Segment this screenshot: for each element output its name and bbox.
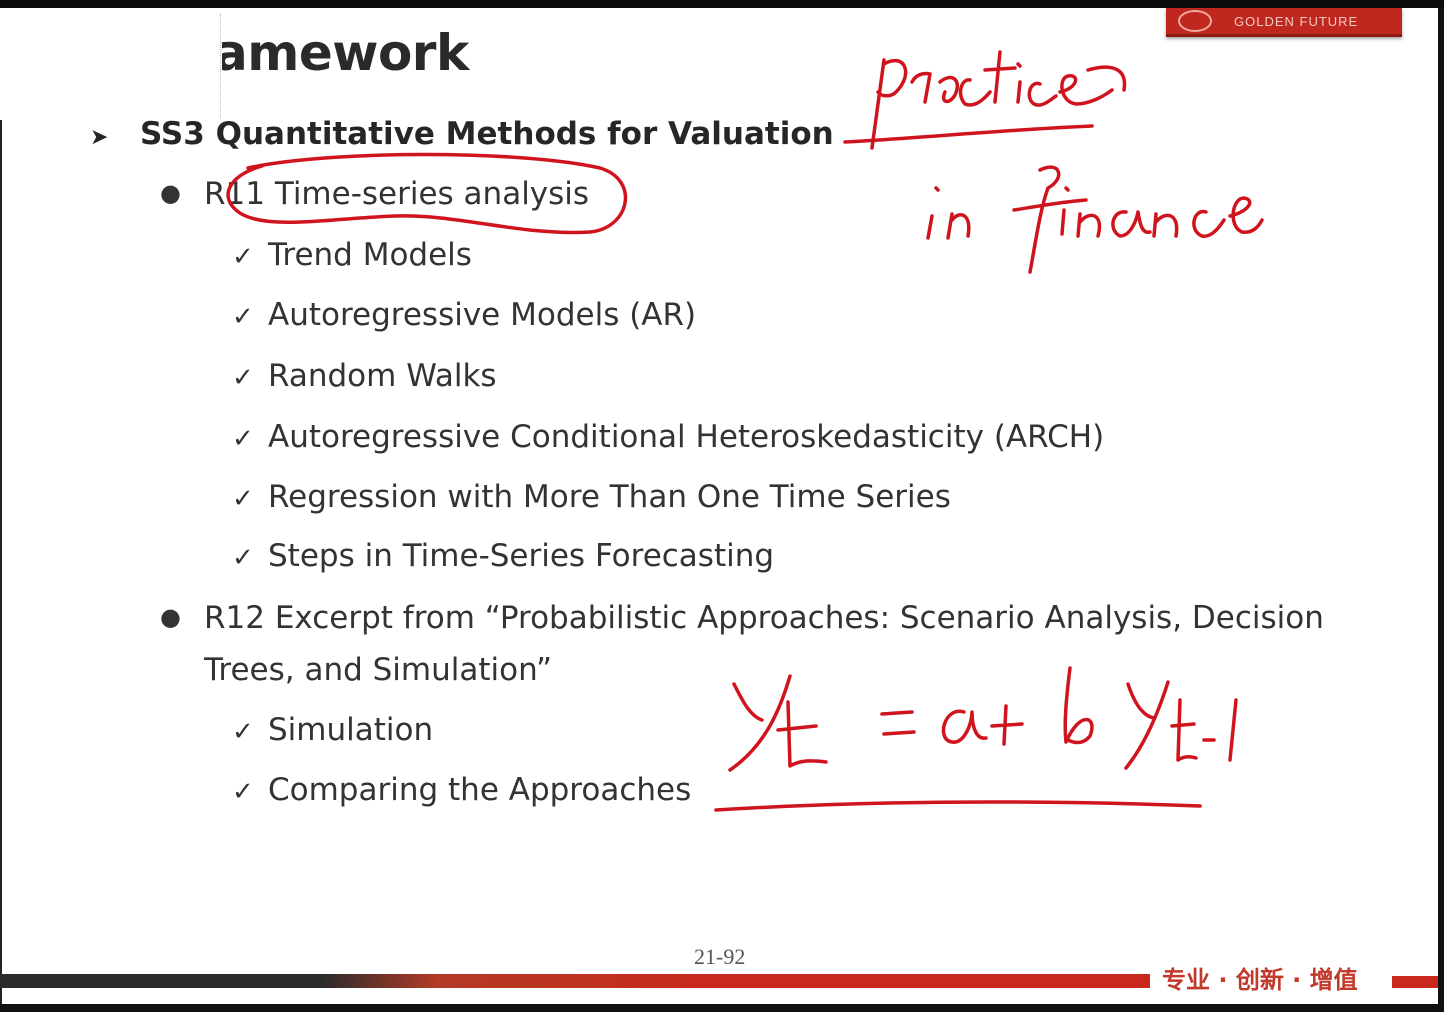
checkmark-icon: ✓: [232, 242, 254, 272]
occlusion-edge: [220, 14, 225, 118]
ink-underline-session: [843, 124, 1094, 144]
ink-word-finance: [1012, 165, 1264, 274]
list-item-label: Regression with More Than One Time Serie…: [268, 479, 951, 515]
checkmark-icon: ✓: [232, 363, 254, 393]
window-left-border: [0, 8, 2, 1008]
footer-slogan: 专业 · 创新 · 增值: [1162, 966, 1358, 994]
list-item-label: Trend Models: [268, 237, 472, 273]
reading-label-continued: Trees, and Simulation”: [204, 652, 553, 688]
logo-text: GOLDEN FUTURE: [1234, 13, 1359, 29]
list-item-label: Comparing the Approaches: [268, 772, 692, 808]
checkmark-icon: ✓: [232, 543, 254, 573]
list-item-label: Autoregressive Models (AR): [268, 297, 697, 333]
slide-title: amework: [214, 24, 469, 82]
ink-equation-a-plus: [941, 704, 1024, 746]
bullet-dot-icon: ●: [160, 603, 181, 631]
ink-equation-yt: [728, 674, 828, 772]
reading-r12: ● R12 Excerpt from “Probabilistic Approac…: [160, 600, 1324, 636]
window-bottom-border: [0, 1004, 1444, 1012]
list-item: ✓ Trend Models: [232, 237, 472, 273]
ink-underline-equation: [714, 800, 1202, 812]
ink-equation-b: [1063, 666, 1094, 745]
session-label: SS3 Quantitative Methods for Valuation: [140, 116, 834, 152]
arrow-bullet-icon: ➤: [90, 125, 109, 150]
page-number: 21-92: [694, 944, 746, 969]
list-item: ✓ Simulation: [232, 712, 433, 748]
brand-logo-badge: GOLDEN FUTURE: [1166, 8, 1402, 37]
list-item: ✓ Steps in Time-Series Forecasting: [232, 538, 774, 574]
list-item: ✓ Comparing the Approaches: [232, 772, 691, 808]
session-heading: ➤ SS3 Quantitative Methods for Valuation: [90, 116, 834, 152]
list-item: ✓ Autoregressive Conditional Heteroskedas…: [232, 419, 1104, 455]
checkmark-icon: ✓: [232, 484, 254, 514]
list-item: ✓ Autoregressive Models (AR): [232, 297, 696, 333]
reading-label: R12 Excerpt from “Probabilistic Approach…: [204, 600, 1324, 636]
bullet-dot-icon: ●: [160, 179, 181, 207]
reading-r11: ● R11 Time-series analysis: [160, 176, 589, 212]
window-top-border: [0, 0, 1444, 8]
ink-word-in: [926, 186, 971, 240]
ink-equation-equals: [880, 710, 916, 736]
list-item-label: Simulation: [268, 712, 434, 748]
checkmark-icon: ✓: [232, 777, 254, 807]
list-item-label: Random Walks: [268, 358, 497, 394]
list-item-label: Autoregressive Conditional Heteroskedast…: [268, 419, 1105, 455]
reading-label: R11 Time-series analysis: [204, 176, 590, 212]
ink-word-practice: [870, 50, 1127, 150]
list-item: ✓ Regression with More Than One Time Seri…: [232, 479, 951, 515]
list-item-label: Steps in Time-Series Forecasting: [268, 538, 775, 574]
checkmark-icon: ✓: [232, 302, 254, 332]
title-occlusion: [0, 8, 222, 120]
window-right-border: [1438, 8, 1444, 1008]
footer-bar: [0, 974, 1150, 988]
checkmark-icon: ✓: [232, 717, 254, 747]
list-item: ✓ Random Walks: [232, 358, 497, 394]
ink-equation-yt-minus-1: [1124, 680, 1238, 770]
logo-seal-icon: [1178, 10, 1212, 32]
footer-bar-end: [1392, 976, 1438, 988]
checkmark-icon: ✓: [232, 424, 254, 454]
